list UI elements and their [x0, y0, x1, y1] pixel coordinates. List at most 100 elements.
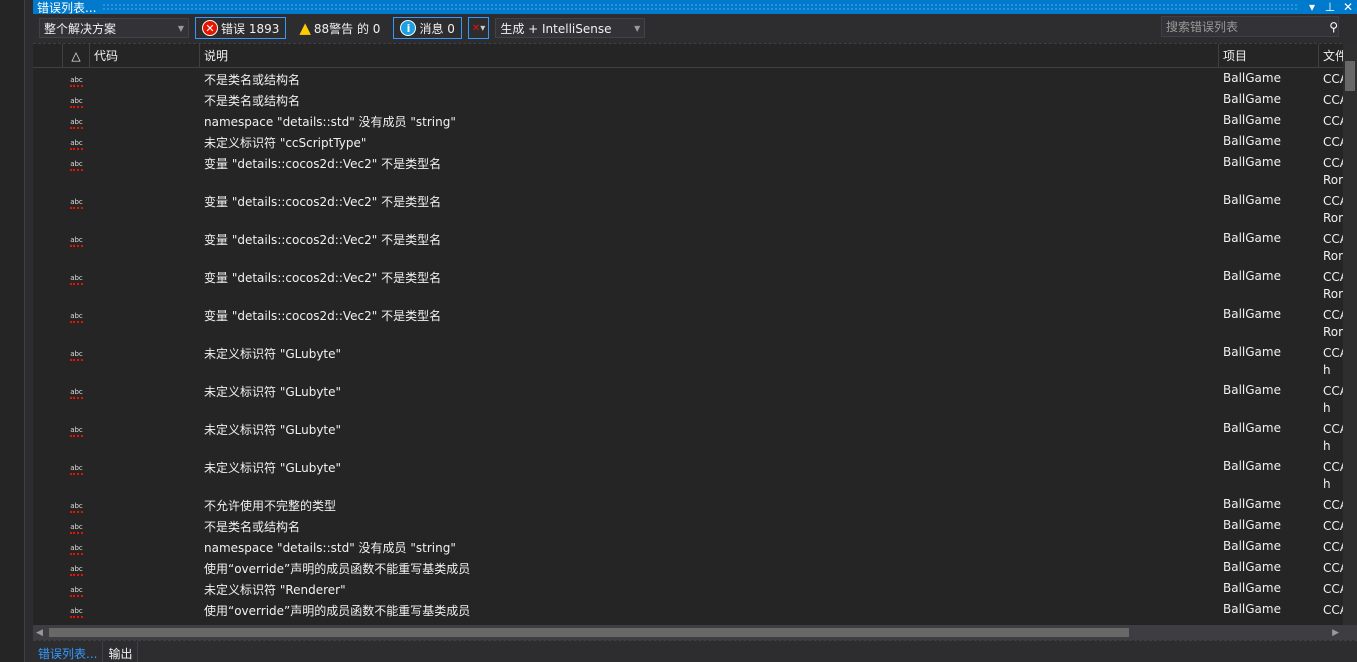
table-row[interactable]: abc 不是类名或结构名 BallGame CCA — [33, 515, 1357, 536]
column-code[interactable]: 代码 — [90, 44, 200, 67]
scroll-left-icon[interactable]: ◀ — [33, 628, 43, 638]
intellisense-error-icon: abc — [70, 199, 83, 209]
intellisense-error-icon: abc — [70, 119, 83, 129]
description-cell: 变量 "details::cocos2d::Vec2" 不是类型名 — [204, 309, 442, 323]
project-cell: BallGame — [1223, 193, 1281, 207]
intellisense-error-icon: abc — [70, 140, 83, 150]
description-cell: 变量 "details::cocos2d::Vec2" 不是类型名 — [204, 195, 442, 209]
description-cell: 未定义标识符 "Renderer" — [204, 583, 346, 597]
description-cell: 变量 "details::cocos2d::Vec2" 不是类型名 — [204, 233, 442, 247]
horizontal-scrollbar[interactable]: ◀ ▶ — [33, 625, 1357, 640]
table-row[interactable]: abc namespace "details::std" 没有成员 "strin… — [33, 536, 1357, 557]
pin-icon[interactable]: ⊥ — [1321, 0, 1339, 14]
column-description[interactable]: 说明 — [200, 44, 1219, 67]
table-row[interactable]: abc 不是类名或结构名 BallGame CCA — [33, 68, 1357, 89]
chevron-down-icon: ▼ — [177, 23, 184, 33]
table-row[interactable]: abc 变量 "details::cocos2d::Vec2" 不是类型名 Ba… — [33, 228, 1357, 266]
table-row[interactable]: abc 变量 "details::cocos2d::Vec2" 不是类型名 Ba… — [33, 190, 1357, 228]
tab-error-list[interactable]: 错误列表... — [33, 641, 104, 662]
description-cell: 变量 "details::cocos2d::Vec2" 不是类型名 — [204, 157, 442, 171]
dropdown-icon[interactable]: ▾ — [1303, 0, 1321, 14]
table-row[interactable]: abc 变量 "details::cocos2d::Vec2" 不是类型名 Ba… — [33, 304, 1357, 342]
vertical-scrollbar[interactable] — [1343, 43, 1357, 625]
table-row[interactable]: abc 不允许使用不完整的类型 BallGame CCA — [33, 494, 1357, 515]
table-row[interactable]: abc 变量 "details::cocos2d::Vec2" 不是类型名 Ba… — [33, 266, 1357, 304]
project-cell: BallGame — [1223, 71, 1281, 85]
chevron-down-icon: ▼ — [634, 23, 641, 33]
table-row[interactable]: abc 未定义标识符 "GLubyte" BallGame CCA h — [33, 342, 1357, 380]
intellisense-error-icon: abc — [70, 161, 83, 171]
intellisense-error-icon: abc — [70, 545, 83, 555]
project-cell: BallGame — [1223, 518, 1281, 532]
description-cell: 使用“override”声明的成员函数不能重写基类成员 — [204, 562, 471, 576]
intellisense-error-icon: abc — [70, 427, 83, 437]
intellisense-error-icon: abc — [70, 587, 83, 597]
tab-output[interactable]: 输出 — [103, 641, 139, 662]
close-icon[interactable]: ✕ — [1339, 0, 1357, 14]
intellisense-error-icon: abc — [70, 313, 83, 323]
table-row[interactable]: abc 未定义标识符 "ccScriptType" BallGame CCA — [33, 131, 1357, 152]
description-cell: 变量 "details::cocos2d::Vec2" 不是类型名 — [204, 271, 442, 285]
table-row[interactable]: abc 未定义标识符 "GLubyte" BallGame CCA h — [33, 380, 1357, 418]
table-row[interactable]: abc 变量 "details::cocos2d::Vec2" 不是类型名 Ba… — [33, 152, 1357, 190]
intellisense-error-icon: abc — [70, 389, 83, 399]
project-cell: BallGame — [1223, 383, 1281, 397]
description-cell: 使用“override”声明的成员函数不能重写基类成员 — [204, 604, 471, 618]
clear-filter-button[interactable]: ✕▾ — [467, 17, 490, 39]
intellisense-error-icon: abc — [70, 608, 83, 618]
intellisense-error-icon: abc — [70, 275, 83, 285]
search-icon[interactable]: ⚲ — [1329, 20, 1338, 34]
project-cell: BallGame — [1223, 421, 1281, 435]
description-cell: namespace "details::std" 没有成员 "string" — [204, 541, 456, 555]
error-icon: ✕ — [202, 20, 218, 36]
table-row[interactable]: abc namespace "details::std" 没有成员 "strin… — [33, 110, 1357, 131]
column-project[interactable]: 项目 — [1219, 44, 1319, 67]
table-body: abc 不是类名或结构名 BallGame CCA abc 不是类名或结构名 B… — [33, 68, 1357, 620]
scope-dropdown[interactable]: 整个解决方案 ▼ — [39, 18, 189, 38]
filter-clear-icon: ✕▾ — [471, 22, 486, 34]
intellisense-error-icon: abc — [70, 237, 83, 247]
intellisense-error-icon: abc — [70, 524, 83, 534]
table-row[interactable]: abc 未定义标识符 "Renderer" BallGame CCA — [33, 578, 1357, 599]
description-cell: 不允许使用不完整的类型 — [204, 499, 337, 513]
panel-title-bar: 错误列表... ▾ ⊥ ✕ — [33, 0, 1357, 14]
description-cell: 未定义标识符 "GLubyte" — [204, 347, 342, 361]
project-cell: BallGame — [1223, 307, 1281, 321]
project-cell: BallGame — [1223, 92, 1281, 106]
intellisense-error-icon: abc — [70, 351, 83, 361]
project-cell: BallGame — [1223, 269, 1281, 283]
project-cell: BallGame — [1223, 345, 1281, 359]
info-icon: i — [400, 20, 417, 36]
table-row[interactable]: abc 使用“override”声明的成员函数不能重写基类成员 BallGame… — [33, 557, 1357, 578]
description-cell: namespace "details::std" 没有成员 "string" — [204, 115, 456, 129]
project-cell: BallGame — [1223, 155, 1281, 169]
table-row[interactable]: abc 未定义标识符 "GLubyte" BallGame CCA h — [33, 456, 1357, 494]
left-panel — [0, 0, 25, 662]
errors-filter-button[interactable]: ✕ 错误 1893 — [195, 17, 287, 39]
table-header: △ 代码 说明 项目 文件 — [33, 44, 1357, 68]
description-cell: 未定义标识符 "GLubyte" — [204, 461, 342, 475]
bottom-tabs: 错误列表... 输出 — [33, 640, 1357, 662]
warning-icon: ▲ — [299, 19, 311, 37]
table-row[interactable]: abc 未定义标识符 "GLubyte" BallGame CCA h — [33, 418, 1357, 456]
source-dropdown[interactable]: 生成 + IntelliSense ▼ — [495, 18, 646, 38]
project-cell: BallGame — [1223, 560, 1281, 574]
table-row[interactable]: abc 使用“override”声明的成员函数不能重写基类成员 BallGame… — [33, 599, 1357, 620]
description-cell: 不是类名或结构名 — [204, 73, 301, 87]
intellisense-error-icon: abc — [70, 98, 83, 108]
description-cell: 未定义标识符 "GLubyte" — [204, 385, 342, 399]
project-cell: BallGame — [1223, 113, 1281, 127]
project-cell: BallGame — [1223, 231, 1281, 245]
project-cell: BallGame — [1223, 134, 1281, 148]
scroll-right-icon[interactable]: ▶ — [1332, 628, 1339, 638]
intellisense-error-icon: abc — [70, 503, 83, 513]
project-cell: BallGame — [1223, 581, 1281, 595]
intellisense-error-icon: abc — [70, 77, 83, 87]
warnings-filter-button[interactable]: ▲ 88警告 的 0 — [292, 17, 387, 39]
table-row[interactable]: abc 不是类名或结构名 BallGame CCA — [33, 89, 1357, 110]
error-table: △ 代码 说明 项目 文件 abc 不是类名或结构名 BallGame CCA … — [33, 43, 1357, 625]
sort-icon[interactable]: △ — [63, 44, 90, 67]
project-cell: BallGame — [1223, 602, 1281, 616]
messages-filter-button[interactable]: i 消息 0 — [393, 17, 462, 39]
search-input[interactable]: 搜索错误列表 ⚲ — [1161, 16, 1339, 37]
